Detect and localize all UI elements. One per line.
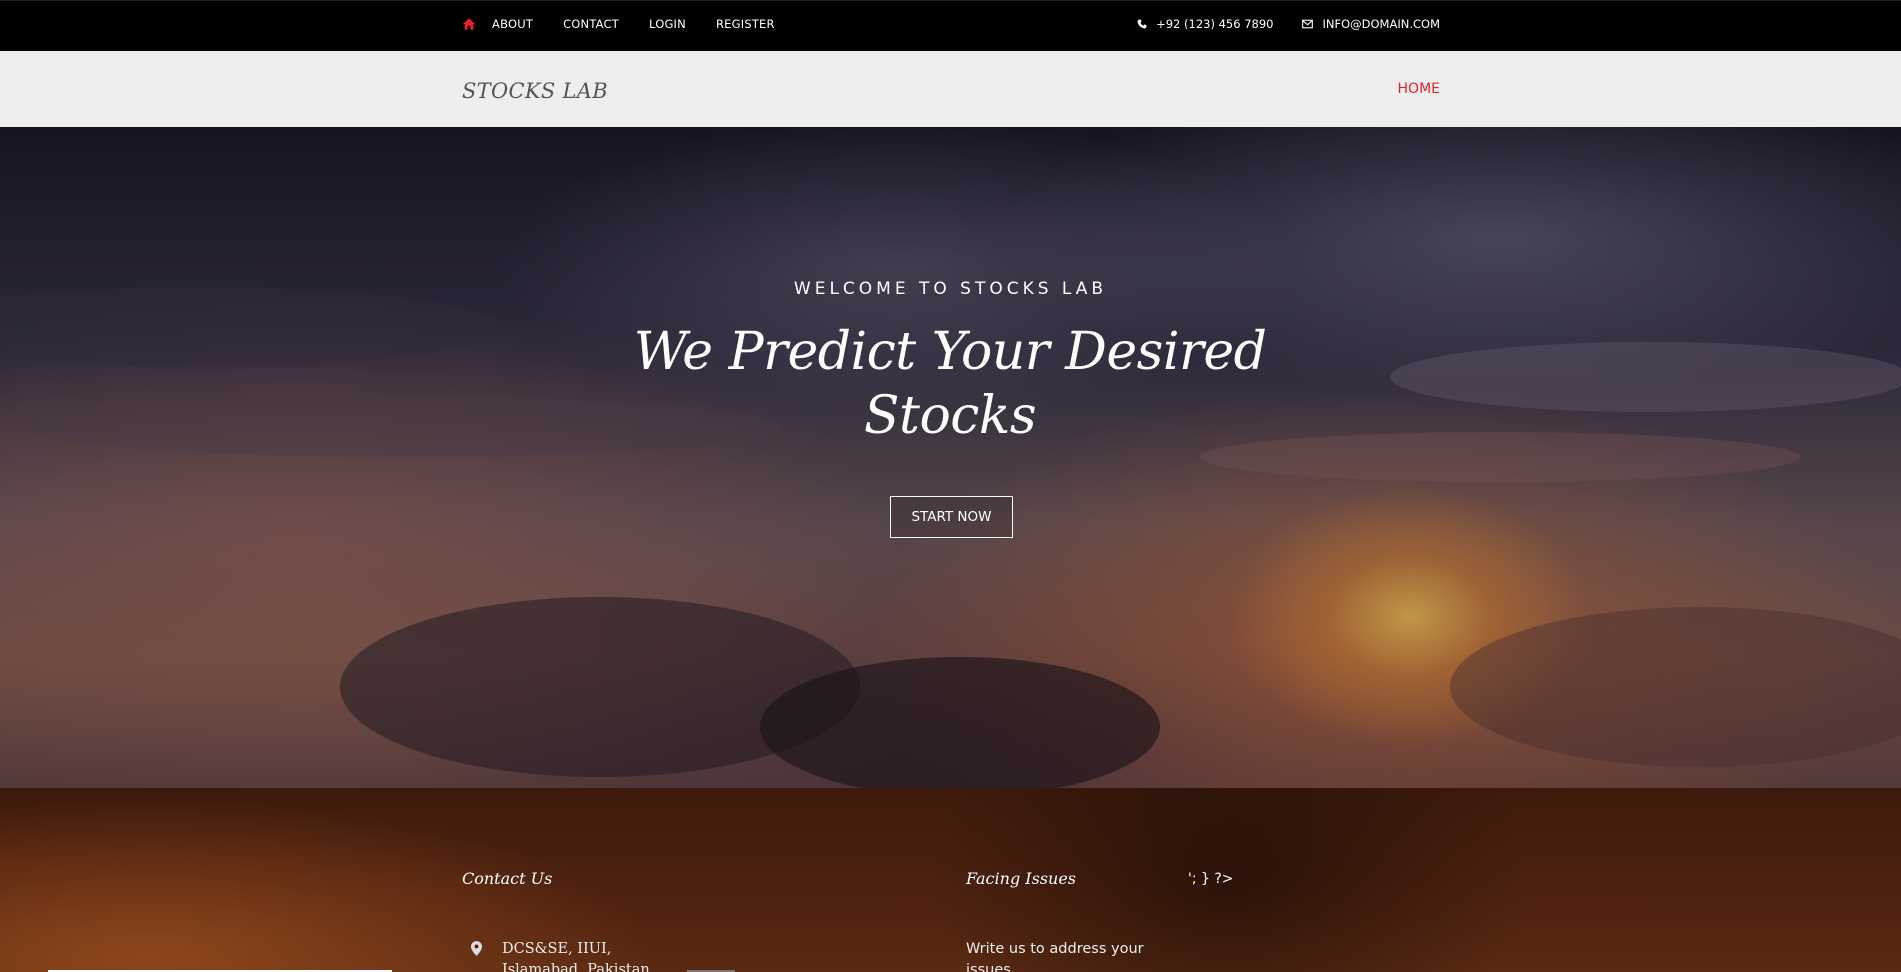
issues-description: Write us to address your issues — [966, 941, 1144, 972]
footer-section: Contact Us Facing Issues '; } ?> DCS&SE,… — [0, 788, 1901, 972]
home-icon[interactable] — [462, 17, 476, 31]
start-now-button[interactable]: START NOW — [890, 496, 1013, 538]
hero-section: WELCOME TO STOCKS LAB We Predict Your De… — [0, 127, 1901, 788]
top-bar-container: ABOUT CONTACT LOGIN REGISTER +92 (123) 4… — [462, 1, 1440, 52]
hero-headline: We Predict Your Desired Stocks — [633, 322, 1267, 446]
site-logo[interactable]: STOCKS LAB — [462, 79, 608, 103]
hero-welcome-text: WELCOME TO STOCKS LAB — [793, 279, 1108, 299]
nav-register-link[interactable]: REGISTER — [716, 17, 775, 31]
facing-issues-heading: Facing Issues — [966, 869, 1076, 888]
stray-code-text: '; } ?> — [1188, 871, 1234, 887]
nav-about-link[interactable]: ABOUT — [492, 17, 533, 31]
contact-address: DCS&SE, IIUI, Islamabad, Pakistan — [502, 941, 650, 972]
top-bar: ABOUT CONTACT LOGIN REGISTER +92 (123) 4… — [0, 0, 1901, 51]
top-nav: ABOUT CONTACT LOGIN REGISTER — [462, 17, 805, 31]
nav-contact-link[interactable]: CONTACT — [563, 17, 619, 31]
hero-overlay — [0, 127, 1901, 788]
envelope-icon — [1302, 19, 1314, 29]
map-pin-icon — [471, 941, 482, 956]
main-header: STOCKS LAB HOME — [0, 51, 1901, 127]
email-address[interactable]: INFO@DOMAIN.COM — [1322, 17, 1440, 31]
email-item: INFO@DOMAIN.COM — [1302, 17, 1440, 31]
contact-us-heading: Contact Us — [462, 869, 553, 888]
phone-item: +92 (123) 456 7890 — [1137, 17, 1273, 31]
phone-number[interactable]: +92 (123) 456 7890 — [1156, 17, 1273, 31]
phone-icon — [1137, 19, 1147, 29]
top-contact-info: +92 (123) 456 7890 INFO@DOMAIN.COM — [1137, 17, 1440, 31]
nav-home-link[interactable]: HOME — [1398, 81, 1440, 97]
nav-login-link[interactable]: LOGIN — [649, 17, 686, 31]
